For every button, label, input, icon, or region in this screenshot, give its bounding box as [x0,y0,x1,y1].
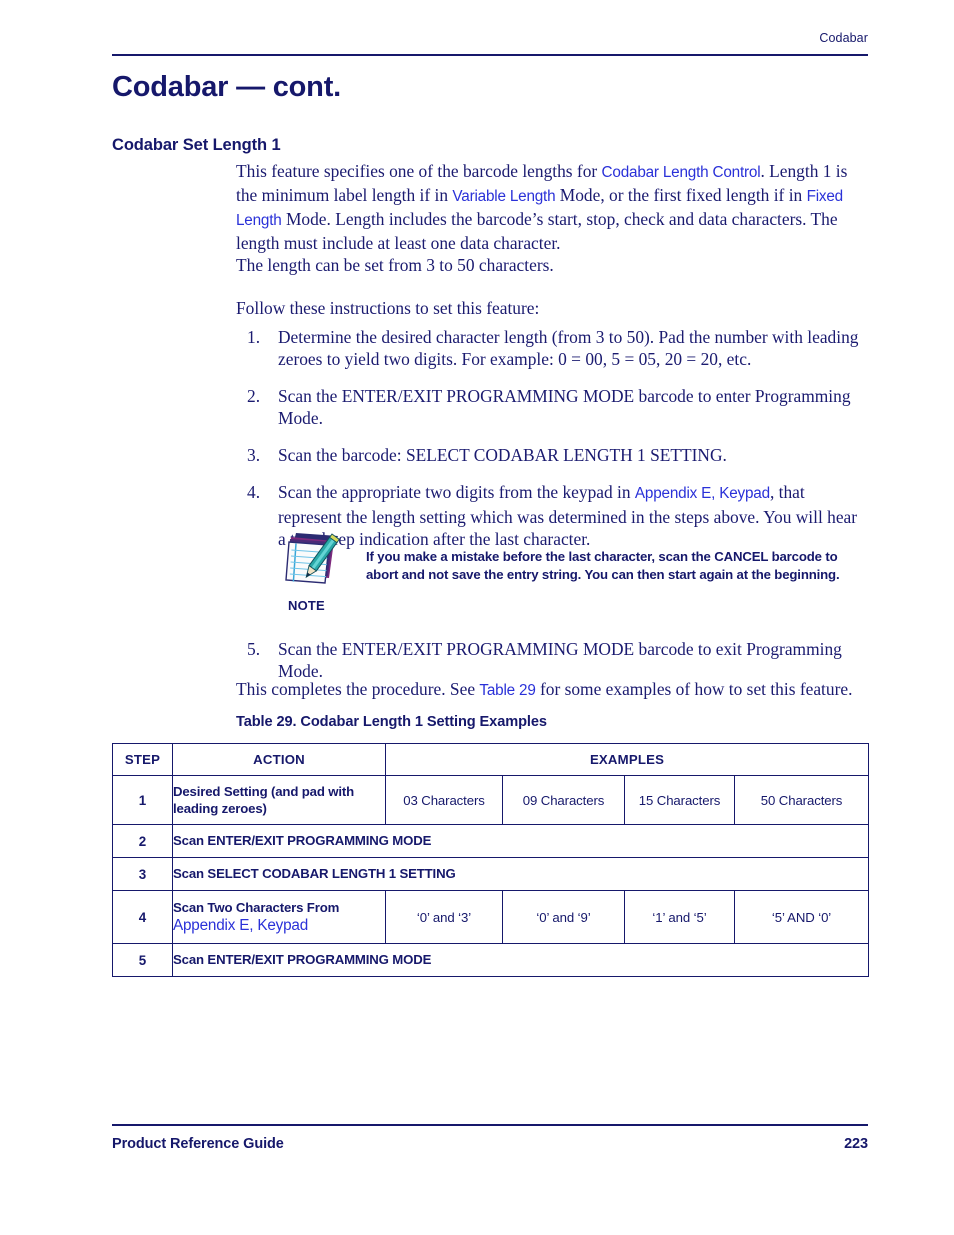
cell-example-2: 09 Characters [502,775,625,825]
intro-paragraph: This feature specifies one of the barcod… [236,160,868,254]
cell-action: Desired Setting (and pad with leading ze… [172,775,386,825]
running-head: Codabar [819,31,868,45]
cell-example-4: ‘5’ AND ‘0’ [733,890,870,944]
note-label: NOTE [288,598,325,613]
footer-guide-title: Product Reference Guide [112,1136,284,1152]
intro-text-1: This feature specifies one of the barcod… [236,161,602,181]
step-number: 5. [247,639,261,659]
page-title: Codabar — cont. [112,71,342,103]
link-appendix-e-keypad-table[interactable]: Appendix E, Keypad [173,916,308,935]
table-row: 4 Scan Two Characters From Appendix E, K… [112,890,870,944]
cell-action: Scan ENTER/EXIT PROGRAMMING MODE [171,943,870,977]
intro-body: This feature specifies one of the barcod… [236,160,868,320]
column-header-action: ACTION [172,743,386,776]
footer-rule [112,1124,868,1126]
cell-example-3: 15 Characters [624,775,735,825]
follow-instructions-paragraph: Follow these instructions to set this fe… [236,298,540,319]
cell-step: 2 [112,824,173,858]
cell-example-3: ‘1’ and ‘5’ [624,890,735,944]
step-text: Scan the ENTER/EXIT PROGRAMMING MODE bar… [278,639,842,682]
table-row: 2 Scan ENTER/EXIT PROGRAMMING MODE [112,824,870,858]
link-table-29[interactable]: Table 29 [479,682,535,699]
cell-step: 1 [112,775,173,825]
closing-paragraph: This completes the procedure. See Table … [236,678,876,702]
examples-table-wrap: STEP ACTION EXAMPLES 1 Desired Setting (… [112,743,870,977]
step-item-1: 1. Determine the desired character lengt… [236,326,868,370]
table-row: 1 Desired Setting (and pad with leading … [112,775,870,825]
cell-action: Scan ENTER/EXIT PROGRAMMING MODE [171,824,870,858]
step-text-before-link: Scan the appropriate two digits from the… [278,482,635,503]
step-number: 1. [247,327,261,347]
length-range-paragraph: The length can be set from 3 to 50 chara… [236,255,554,276]
table-row: 3 Scan SELECT CODABAR LENGTH 1 SETTING [112,857,870,891]
closing-text-after: for some examples of how to set this fea… [535,679,853,699]
document-page: Codabar Codabar — cont. Codabar Set Leng… [0,0,954,1235]
step-text: Determine the desired character length (… [278,327,859,370]
cell-example-1: 03 Characters [385,775,503,825]
cell-example-4: 50 Characters [733,775,870,825]
intro-text-4: Mode. Length includes the barcode’s star… [236,209,838,254]
section-heading: Codabar Set Length 1 [112,136,281,154]
step-item-3: 3. Scan the barcode: SELECT CODABAR LENG… [236,444,868,466]
cell-action-label: Scan Two Characters From [173,899,340,915]
step-text: Scan the ENTER/EXIT PROGRAMMING MODE bar… [278,386,851,429]
examples-table: STEP ACTION EXAMPLES 1 Desired Setting (… [112,743,870,977]
step-number: 4. [247,482,261,503]
header-rule [112,53,868,56]
cell-step: 5 [112,943,173,977]
closing-text-before: This completes the procedure. See [236,679,480,699]
step-number: 3. [247,445,261,466]
step-text: Scan the barcode: SELECT CODABAR LENGTH … [278,445,727,466]
link-variable-length[interactable]: Variable Length [452,188,555,205]
intro-text-3: Mode, or the first fixed length if in [555,185,807,206]
link-appendix-e-keypad[interactable]: Appendix E, Keypad [635,485,770,502]
step-item-2: 2. Scan the ENTER/EXIT PROGRAMMING MODE … [236,385,868,429]
link-codabar-length-control[interactable]: Codabar Length Control [602,164,761,181]
note-text: If you make a mistake before the last ch… [366,549,840,583]
step-item-5: 5. Scan the ENTER/EXIT PROGRAMMING MODE … [236,638,868,682]
cell-step: 3 [112,857,173,891]
column-header-step: STEP [112,743,173,776]
page-footer: Product Reference Guide 223 [112,1124,868,1152]
cell-example-1: ‘0’ and ‘3’ [385,890,503,944]
table-caption: Table 29. Codabar Length 1 Setting Examp… [236,714,547,730]
notepad-pencil-icon [282,528,344,590]
page-header: Codabar [112,32,868,56]
table-header-row: STEP ACTION EXAMPLES [112,743,870,776]
step-number: 2. [247,386,261,407]
cell-step: 4 [112,890,173,944]
cell-example-2: ‘0’ and ‘9’ [502,890,625,944]
footer-page-number: 223 [844,1136,868,1152]
column-header-examples: EXAMPLES [384,743,870,776]
cell-action: Scan Two Characters From Appendix E, Key… [172,890,386,944]
cell-action: Scan SELECT CODABAR LENGTH 1 SETTING [171,857,870,891]
table-row: 5 Scan ENTER/EXIT PROGRAMMING MODE [112,943,870,977]
